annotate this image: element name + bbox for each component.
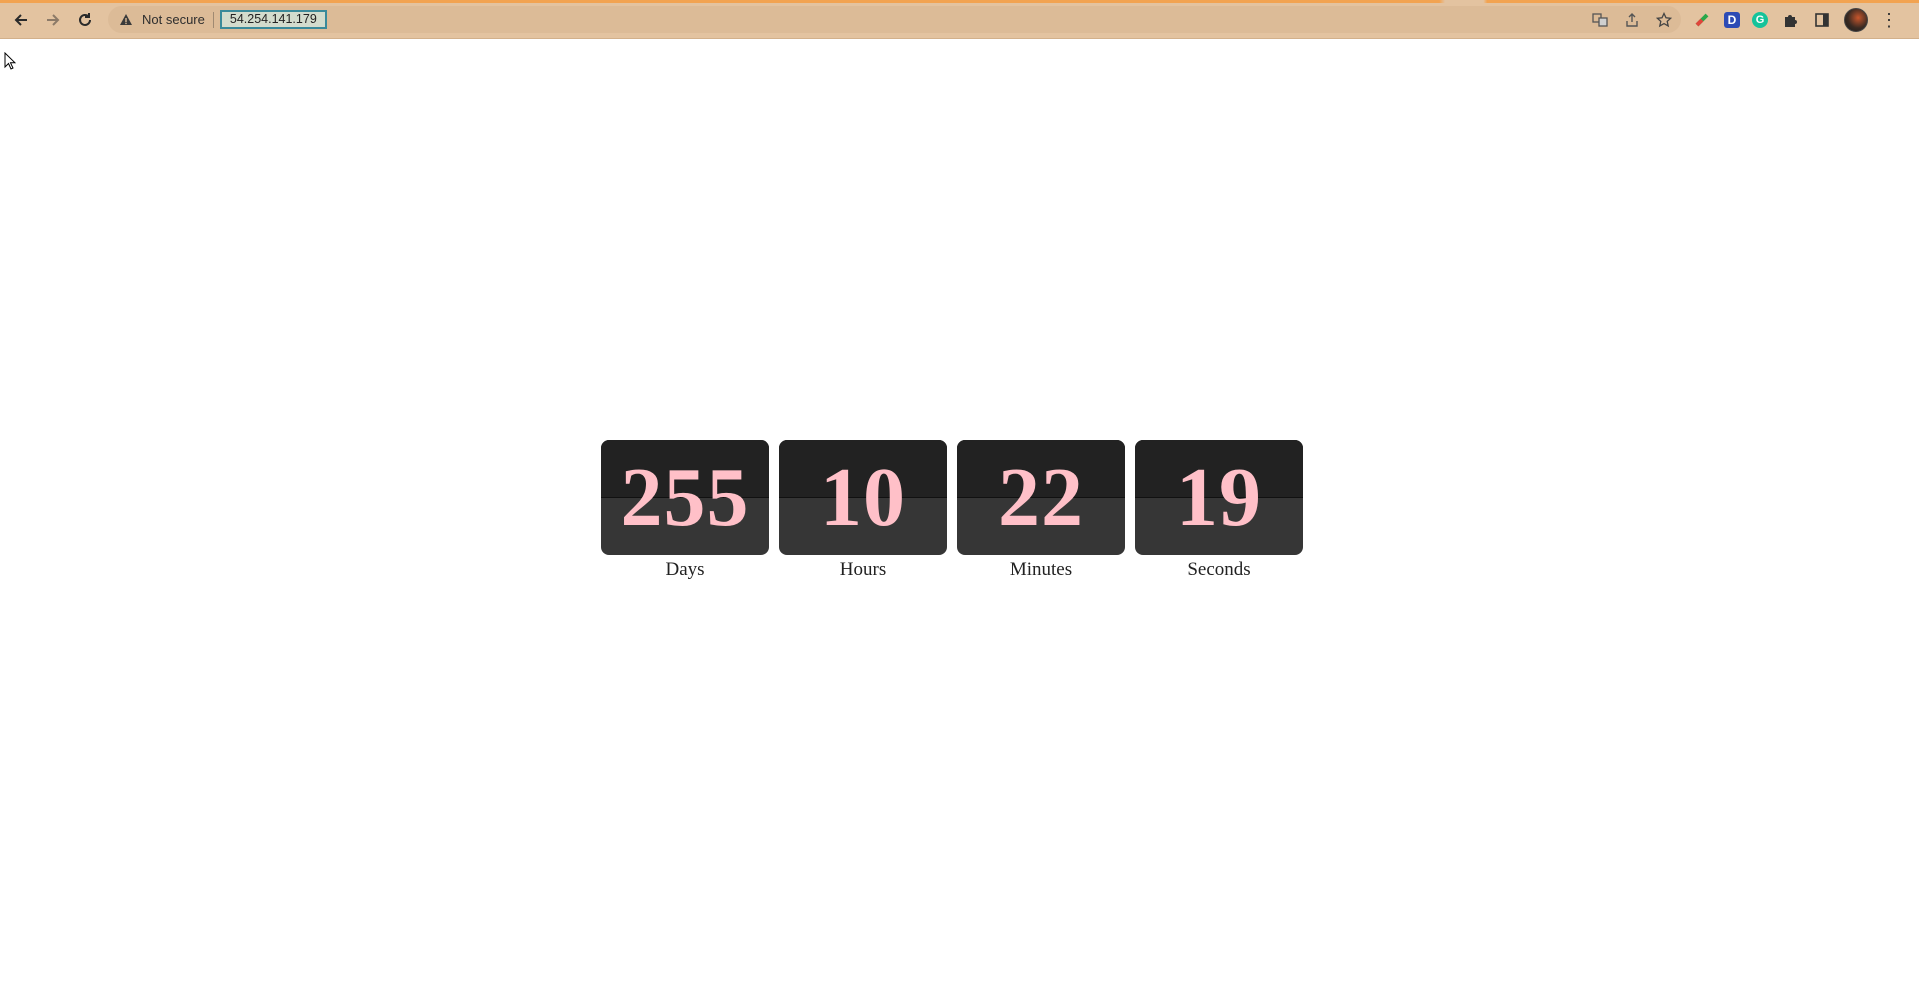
address-bar[interactable]: Not secure 54.254.141.179 (108, 6, 1681, 33)
days-label: Days (665, 559, 705, 580)
forward-icon (47, 14, 60, 26)
share-icon[interactable] (1623, 11, 1641, 29)
back-button[interactable] (9, 8, 33, 32)
extensions-puzzle-icon[interactable] (1780, 10, 1800, 30)
back-icon (14, 14, 27, 26)
extension-vpn-icon[interactable] (1692, 10, 1712, 30)
side-panel-icon[interactable] (1812, 10, 1832, 30)
flip-card: 19 (1135, 440, 1303, 555)
extensions-area: D G ⋮ (1692, 7, 1898, 33)
flip-card: 10 (779, 440, 947, 555)
hours-value: 10 (820, 451, 906, 544)
reload-button[interactable] (73, 8, 97, 32)
countdown-seconds: 19 Seconds (1135, 440, 1303, 581)
omnibox-divider (212, 11, 214, 28)
hours-label: Hours (839, 559, 887, 580)
extension-d-icon[interactable]: D (1724, 12, 1740, 28)
security-status[interactable]: Not secure (142, 12, 205, 27)
seconds-label: Seconds (1187, 559, 1251, 580)
seconds-value: 19 (1176, 451, 1262, 544)
tab-strip-accent (0, 0, 1919, 3)
warning-icon[interactable] (118, 12, 134, 28)
countdown-minutes: 22 Minutes (957, 440, 1125, 581)
minutes-label: Minutes (1009, 559, 1073, 580)
profile-avatar[interactable] (1844, 8, 1868, 32)
mouse-cursor-icon (4, 51, 17, 75)
reload-icon (79, 13, 91, 26)
flip-card: 255 (601, 440, 769, 555)
minutes-value: 22 (998, 451, 1084, 544)
extension-grammarly-icon[interactable]: G (1752, 12, 1768, 28)
countdown-timer: 255 Days 10 Hours 22 Minutes 19 Seconds (601, 440, 1303, 581)
bookmark-star-icon[interactable] (1655, 11, 1673, 29)
browser-toolbar: Not secure 54.254.141.179 D G ⋮ (0, 0, 1919, 39)
menu-icon[interactable]: ⋮ (1880, 11, 1898, 29)
url-text[interactable]: 54.254.141.179 (219, 10, 327, 29)
forward-button[interactable] (41, 8, 65, 32)
translate-icon[interactable] (1591, 11, 1609, 29)
flip-card: 22 (957, 440, 1125, 555)
countdown-days: 255 Days (601, 440, 769, 581)
countdown-hours: 10 Hours (779, 440, 947, 581)
days-value: 255 (620, 451, 750, 544)
omnibox-actions (1591, 6, 1673, 33)
